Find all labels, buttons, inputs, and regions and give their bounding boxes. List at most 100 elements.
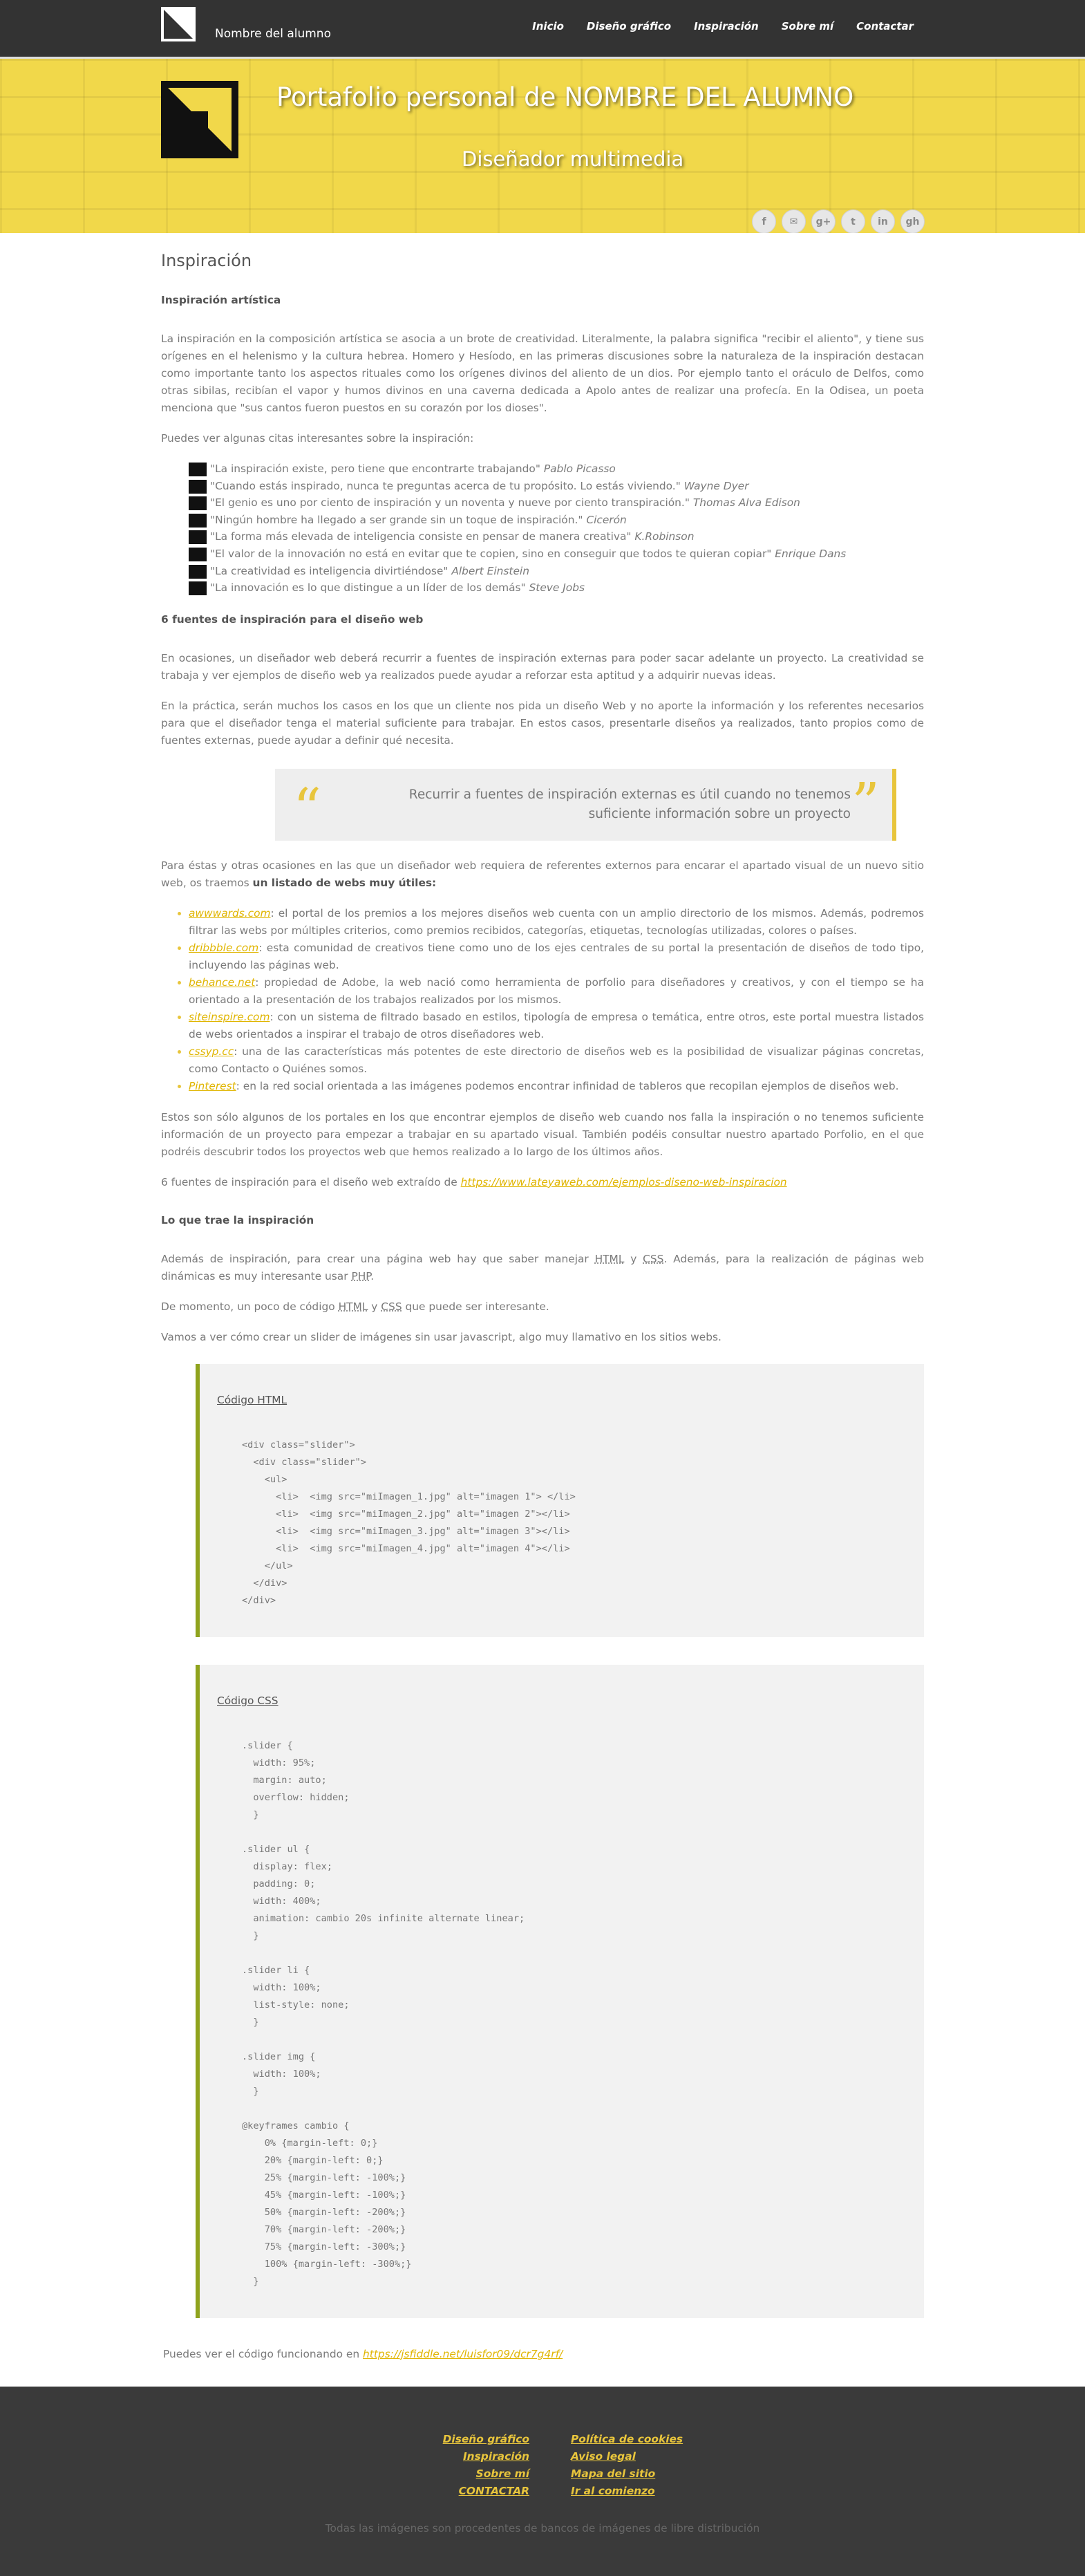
book-icon <box>189 530 207 545</box>
paragraph-text: . <box>370 1269 375 1282</box>
quote-text: "La inspiración existe, pero tiene que e… <box>210 463 540 475</box>
quote-text: "Cuando estás inspirado, nunca te pregun… <box>210 479 681 492</box>
link-desc: : propiedad de Adobe, la web nació como … <box>189 976 924 1006</box>
link-desc: : en la red social orientada a las imáge… <box>236 1079 899 1092</box>
quote-text: "La forma más elevada de inteligencia co… <box>210 530 632 543</box>
link-cssyp[interactable]: cssyp.cc <box>189 1045 234 1058</box>
jsfiddle-link[interactable]: https://jsfiddle.net/luisfor09/dcr7g4rf/ <box>363 2348 563 2360</box>
list-item: behance.net: propiedad de Adobe, la web … <box>189 974 924 1009</box>
brand-name[interactable]: Nombre del alumno <box>215 27 331 41</box>
book-icon <box>189 581 207 596</box>
nav-inicio[interactable]: Inicio <box>532 20 564 32</box>
footer: Diseño gráfico Inspiración Sobre mí CONT… <box>0 2387 1085 2576</box>
paragraph-text: y <box>624 1252 643 1265</box>
quote-author: Enrique Dans <box>775 547 847 560</box>
paragraph-text: Además de inspiración, para crear una pá… <box>161 1252 595 1265</box>
footer-link-mapa[interactable]: Mapa del sitio <box>571 2465 655 2483</box>
main-nav: Inicio Diseño gráfico Inspiración Sobre … <box>532 20 914 32</box>
paragraph-text: De momento, un poco de código <box>161 1300 339 1313</box>
paragraph-text: Puedes ver el código funcionando en <box>163 2347 364 2360</box>
css-code: .slider { width: 95%; margin: auto; over… <box>242 1739 525 2287</box>
main-content: Inspiración Inspiración artística La ins… <box>161 252 924 2376</box>
link-desc: : con un sistema de filtrado basado en e… <box>189 1010 924 1040</box>
html-code-box: Código HTML <div class="slider"> <div cl… <box>196 1363 924 1637</box>
list-item: siteinspire.com: con un sistema de filtr… <box>189 1009 924 1043</box>
link-dribbble[interactable]: dribbble.com <box>189 942 258 954</box>
pull-quote: “ Recurrir a fuentes de inspiración exte… <box>275 768 896 841</box>
quote-author: Albert Einstein <box>451 564 529 577</box>
hero-logo <box>161 81 238 158</box>
linkedin-icon[interactable]: in <box>871 209 895 233</box>
section-heading-fuentes: 6 fuentes de inspiración para el diseño … <box>161 613 424 626</box>
top-navbar: Nombre del alumno Inicio Diseño gráfico … <box>0 0 1085 59</box>
hero-title: Portafolio personal de NOMBRE DEL ALUMNO <box>276 82 854 112</box>
book-icon <box>189 463 207 476</box>
quote-text: "La creatividad es inteligencia divirtié… <box>210 564 449 577</box>
link-behance[interactable]: behance.net <box>189 976 255 989</box>
footer-link-inspiracion[interactable]: Inspiración <box>463 2448 529 2465</box>
list-item: "El valor de la innovación no está en ev… <box>189 545 924 563</box>
brand[interactable]: Nombre del alumno <box>161 7 331 41</box>
paragraph: Puedes ver algunas citas interesantes so… <box>161 432 474 445</box>
open-quote-icon: “ <box>293 776 321 841</box>
nav-sobre-mi[interactable]: Sobre mí <box>782 20 833 32</box>
paragraph: La inspiración en la composición artísti… <box>161 333 924 414</box>
footer-link-cookies[interactable]: Política de cookies <box>571 2431 683 2448</box>
paragraph: Además de inspiración, para crear una pá… <box>161 1251 924 1285</box>
github-icon[interactable]: gh <box>900 209 925 233</box>
list-item: "La innovación es lo que distingue a un … <box>189 579 924 597</box>
nav-contactar[interactable]: Contactar <box>856 20 914 32</box>
pull-quote-text: Recurrir a fuentes de inspiración extern… <box>408 787 851 821</box>
paragraph-text: y <box>368 1300 381 1313</box>
link-awwwards[interactable]: awwwards.com <box>189 907 271 920</box>
abbr-php: PHP <box>351 1269 371 1282</box>
nav-diseno-grafico[interactable]: Diseño gráfico <box>587 20 671 32</box>
quote-author: Thomas Alva Edison <box>692 496 800 510</box>
footer-link-diseno-grafico[interactable]: Diseño gráfico <box>443 2431 529 2448</box>
paragraph: Puedes ver el código funcionando en http… <box>161 2346 924 2363</box>
paragraph-text: que puede ser interesante. <box>402 1300 549 1313</box>
link-pinterest[interactable]: Pinterest <box>189 1080 236 1092</box>
footer-link-aviso-legal[interactable]: Aviso legal <box>571 2448 636 2465</box>
paragraph: En ocasiones, un diseñador web deberá re… <box>161 651 924 682</box>
source-link[interactable]: https://www.lateyaweb.com/ejemplos-disen… <box>461 1176 787 1188</box>
email-icon[interactable]: ✉ <box>782 209 806 233</box>
paragraph: Para éstas y otras ocasiones en las que … <box>161 857 924 892</box>
section-heading-lo-que-trae: Lo que trae la inspiración <box>161 1213 314 1226</box>
facebook-icon[interactable]: f <box>752 209 776 233</box>
book-icon <box>189 547 207 561</box>
quote-author: Pablo Picasso <box>543 463 616 475</box>
close-quote-icon: ” <box>851 770 880 835</box>
footer-link-ir-comienzo[interactable]: Ir al comienzo <box>571 2483 655 2500</box>
code-title-html: Código HTML <box>217 1393 287 1406</box>
twitter-icon[interactable]: t <box>841 209 865 233</box>
web-links-list: awwwards.com: el portal de los premios a… <box>161 905 924 1095</box>
code-title-css: Código CSS <box>217 1694 279 1707</box>
book-icon <box>189 479 207 494</box>
site-logo[interactable] <box>161 7 196 41</box>
google-plus-icon[interactable]: g+ <box>811 209 836 233</box>
quote-author: Cicerón <box>586 513 627 526</box>
footer-link-sobre-mi[interactable]: Sobre mí <box>476 2465 529 2483</box>
link-siteinspire[interactable]: siteinspire.com <box>189 1011 270 1023</box>
footer-link-contactar[interactable]: CONTACTAR <box>459 2483 529 2500</box>
abbr-html: HTML <box>594 1252 625 1265</box>
paragraph: Vamos a ver cómo crear un slider de imág… <box>161 1330 721 1343</box>
list-item: dribbble.com: esta comunidad de creativo… <box>189 940 924 974</box>
abbr-html: HTML <box>338 1300 368 1313</box>
quote-author: Wayne Dyer <box>683 479 749 492</box>
nav-inspiracion[interactable]: Inspiración <box>694 20 759 32</box>
link-desc: : una de las características más potente… <box>189 1045 924 1075</box>
footer-nav-left: Diseño gráfico Inspiración Sobre mí CONT… <box>443 2431 529 2500</box>
abbr-css: CSS <box>381 1300 402 1313</box>
link-desc: : esta comunidad de creativos tiene como… <box>189 941 924 971</box>
quote-text: "El valor de la innovación no está en ev… <box>210 547 772 560</box>
paragraph-bold: un listado de webs muy útiles: <box>252 876 437 889</box>
list-item: "Ningún hombre ha llegado a ser grande s… <box>189 512 924 529</box>
list-item: cssyp.cc: una de las características más… <box>189 1043 924 1078</box>
section-heading-inspiracion-artistica: Inspiración artística <box>161 294 281 306</box>
quote-text: "El genio es uno por ciento de inspiraci… <box>210 496 690 510</box>
quotes-list: "La inspiración existe, pero tiene que e… <box>161 460 924 597</box>
list-item: "La creatividad es inteligencia divirtié… <box>189 563 924 580</box>
list-item: "La forma más elevada de inteligencia co… <box>189 528 924 545</box>
